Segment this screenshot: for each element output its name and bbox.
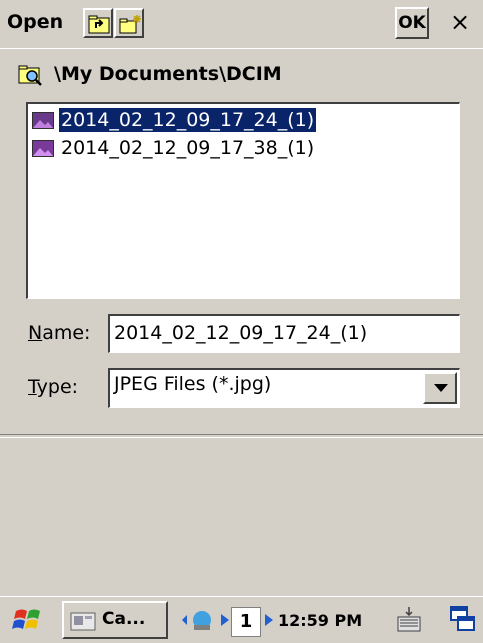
title-bar: Open OK × <box>0 0 483 49</box>
type-label: Type: <box>28 376 79 398</box>
file-name: 2014_02_12_09_17_38_(1) <box>61 137 315 159</box>
location-path: \My Documents\DCIM <box>54 63 282 85</box>
system-tray: 1 12:59 PM <box>176 601 481 639</box>
arrow-right-icon[interactable] <box>221 614 229 626</box>
close-button[interactable]: × <box>442 7 478 39</box>
file-list[interactable]: 2014_02_12_09_17_24_(1) 2014_02_12_09_17… <box>26 102 460 299</box>
file-name-input[interactable]: 2014_02_12_09_17_24_(1) <box>108 314 460 353</box>
switch-windows-icon[interactable] <box>449 605 477 635</box>
type-dropdown-button[interactable] <box>423 372 457 404</box>
chevron-down-icon <box>434 384 448 392</box>
keyboard-icon[interactable] <box>396 605 422 635</box>
file-type-select[interactable]: JPEG Files (*.jpg) <box>108 368 460 408</box>
file-name: 2014_02_12_09_17_24_(1) <box>57 107 318 133</box>
folder-search-icon <box>18 65 42 86</box>
arrow-right-icon[interactable] <box>265 614 273 626</box>
input-panel-number[interactable]: 1 <box>231 607 261 637</box>
new-folder-button[interactable] <box>114 8 144 38</box>
taskbar-app-button[interactable]: Ca... <box>62 601 168 639</box>
image-file-icon <box>32 140 54 157</box>
clock[interactable]: 12:59 PM <box>278 611 362 630</box>
camera-app-icon <box>70 612 96 631</box>
name-label: Name: <box>28 322 91 344</box>
file-type-value: JPEG Files (*.jpg) <box>114 373 272 395</box>
new-folder-icon <box>119 15 141 34</box>
up-folder-icon <box>88 15 110 34</box>
image-file-icon <box>32 112 54 129</box>
taskbar: Ca... 1 12:59 PM <box>0 596 483 643</box>
divider <box>0 434 483 438</box>
taskbar-app-label: Ca... <box>102 609 146 629</box>
start-button[interactable] <box>8 601 48 639</box>
up-folder-button[interactable] <box>83 8 113 38</box>
ok-button[interactable]: OK <box>395 7 429 39</box>
network-icon[interactable] <box>180 605 220 635</box>
dialog-title: Open <box>7 11 64 33</box>
windows-flag-icon <box>12 609 40 629</box>
